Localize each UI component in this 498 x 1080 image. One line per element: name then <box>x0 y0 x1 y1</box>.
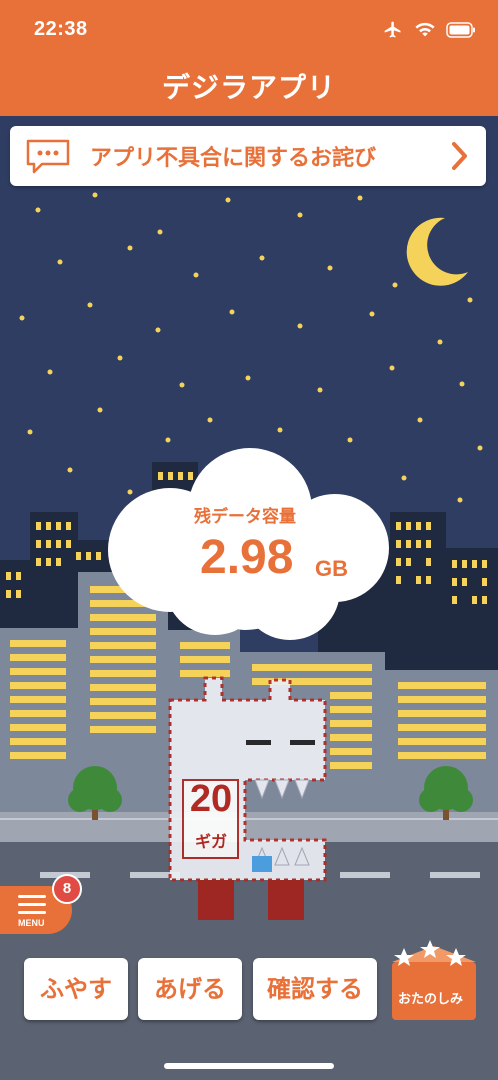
ageru-button[interactable]: あげる <box>138 958 242 1020</box>
mascot-unit: ギガ <box>194 832 227 851</box>
wifi-icon <box>415 22 435 37</box>
status-time: 22:38 <box>34 18 88 40</box>
mascot-number: 20 <box>189 778 233 820</box>
status-bar: 22:38 <box>0 0 498 62</box>
fuyasu-button[interactable]: ふやす <box>24 958 128 1020</box>
home-indicator <box>164 1063 334 1069</box>
nav-bar: デジラアプリ <box>0 62 498 116</box>
airplane-icon <box>384 21 401 38</box>
notice-banner[interactable]: アプリ不具合に関するお詫び <box>10 126 486 186</box>
menu-badge: 8 <box>52 874 82 904</box>
kakunin-button[interactable]: 確認する <box>253 958 377 1020</box>
chevron-right-icon <box>452 142 467 170</box>
data-remaining-value: 2.98 <box>200 531 294 584</box>
chat-bubble-icon <box>26 139 70 174</box>
app-title: デジラアプリ <box>161 71 336 104</box>
menu-label: MENU <box>18 918 45 928</box>
data-remaining-unit: GB <box>315 556 348 581</box>
hamburger-icon <box>18 895 46 919</box>
data-remaining-title: 残データ容量 <box>194 507 296 527</box>
notice-text: アプリ不具合に関するお詫び <box>90 146 377 171</box>
otanoshimi-button[interactable]: おたのしみ <box>398 988 463 1007</box>
battery-icon <box>446 22 475 38</box>
